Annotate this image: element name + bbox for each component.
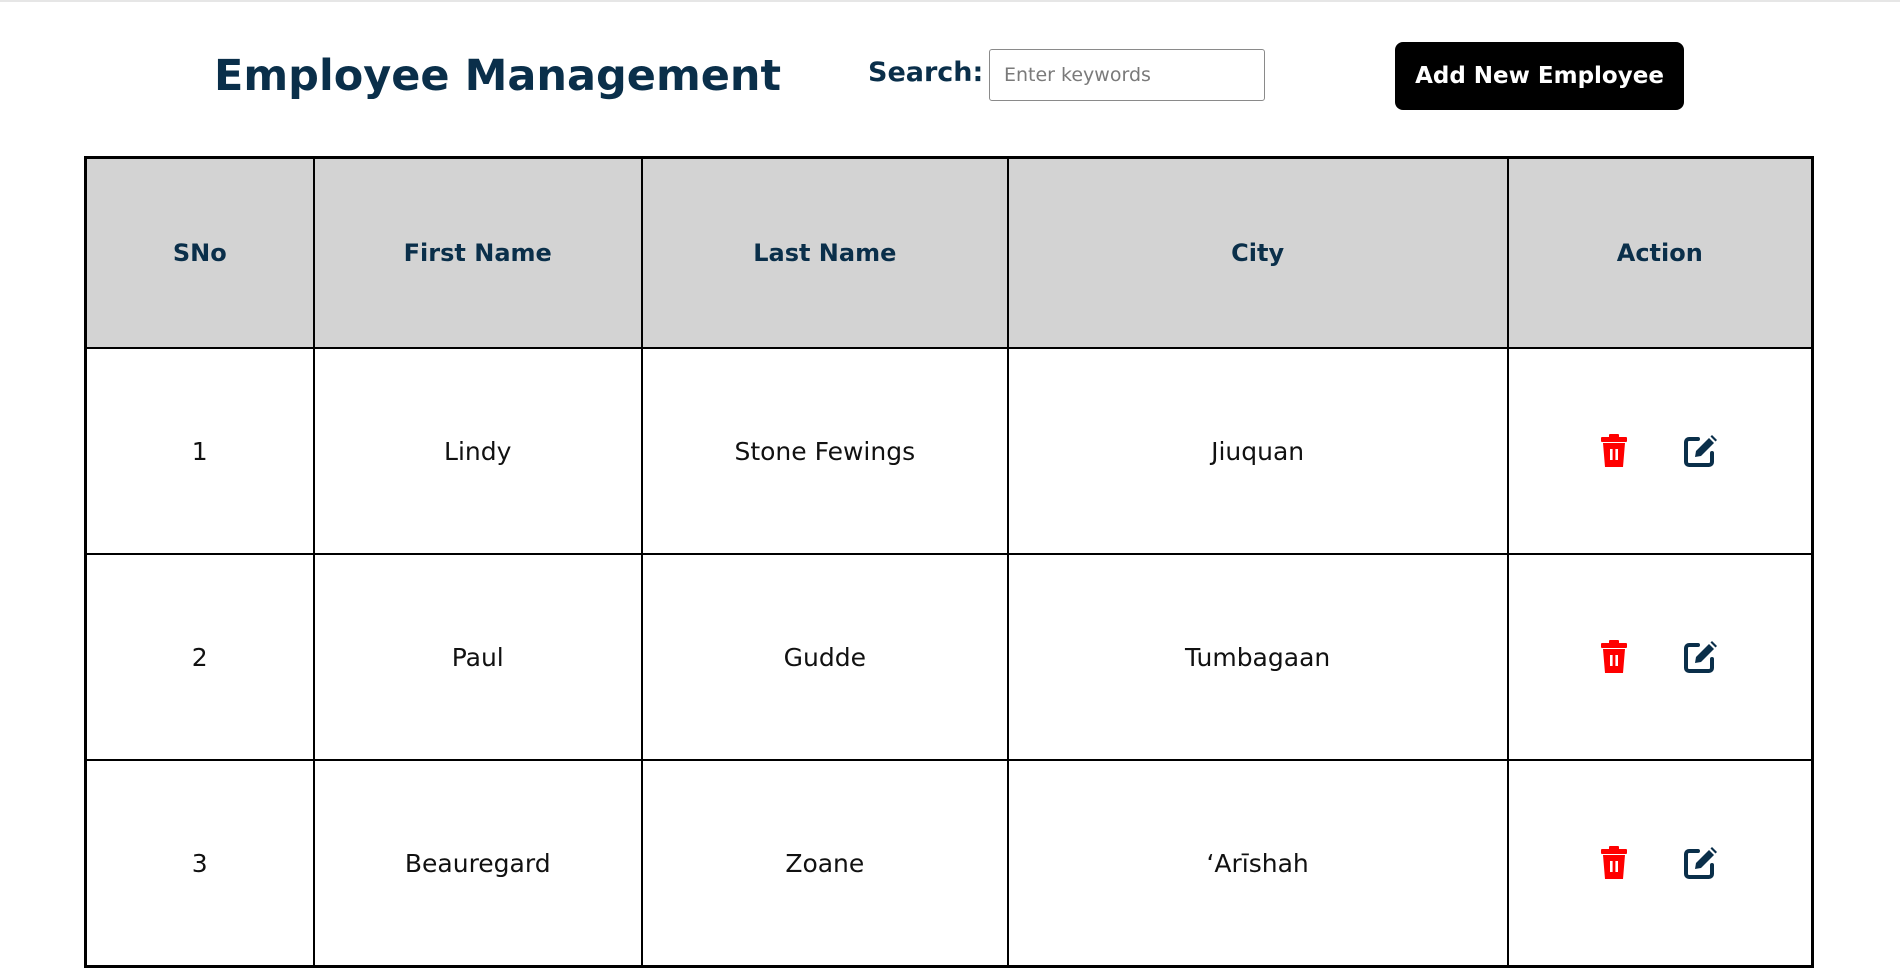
cell-action — [1506, 347, 1814, 555]
cell-first-name: Beauregard — [312, 759, 643, 968]
search-label: Search: — [868, 57, 984, 88]
column-header-last-name: Last Name — [640, 156, 1009, 349]
column-header-city: City — [1006, 156, 1509, 349]
cell-last-name: Gudde — [640, 553, 1009, 761]
trash-icon[interactable] — [1597, 434, 1631, 468]
row-actions — [1503, 640, 1811, 674]
cell-first-name: Paul — [312, 553, 643, 761]
edit-icon[interactable] — [1683, 640, 1717, 674]
cell-first-name: Lindy — [312, 347, 643, 555]
column-header-sno: SNo — [84, 156, 315, 349]
cell-last-name: Zoane — [640, 759, 1009, 968]
cell-city: Tumbagaan — [1006, 553, 1509, 761]
add-new-employee-button[interactable]: Add New Employee — [1395, 42, 1684, 110]
row-actions — [1503, 434, 1811, 468]
employee-table: SNo First Name Last Name City Action 1 L… — [84, 156, 1814, 968]
search-input[interactable] — [989, 49, 1265, 101]
cell-sno: 1 — [84, 347, 315, 555]
cell-city: Jiuquan — [1006, 347, 1509, 555]
edit-icon[interactable] — [1683, 434, 1717, 468]
table-row: 3 Beauregard Zoane ‘Arīshah — [84, 759, 1814, 968]
table-row: 2 Paul Gudde Tumbagaan — [84, 553, 1814, 761]
trash-icon[interactable] — [1597, 640, 1631, 674]
column-header-action: Action — [1506, 156, 1814, 349]
trash-icon[interactable] — [1597, 846, 1631, 880]
table-row: 1 Lindy Stone Fewings Jiuquan — [84, 347, 1814, 555]
cell-action — [1506, 759, 1814, 968]
column-header-first-name: First Name — [312, 156, 643, 349]
cell-sno: 2 — [84, 553, 315, 761]
cell-city: ‘Arīshah — [1006, 759, 1509, 968]
row-actions — [1503, 846, 1811, 880]
table-header-row: SNo First Name Last Name City Action — [84, 156, 1814, 349]
cell-action — [1506, 553, 1814, 761]
edit-icon[interactable] — [1683, 846, 1717, 880]
cell-sno: 3 — [84, 759, 315, 968]
page-header: Employee Management Search: Add New Empl… — [0, 0, 1900, 150]
cell-last-name: Stone Fewings — [640, 347, 1009, 555]
page-title: Employee Management — [214, 51, 782, 101]
